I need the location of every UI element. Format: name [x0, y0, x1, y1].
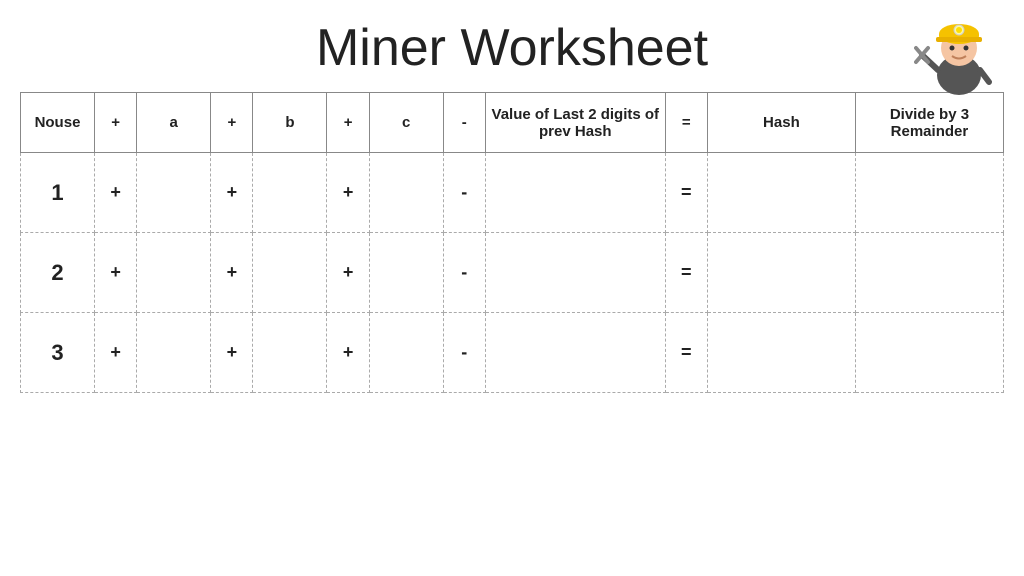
row1-divide[interactable]	[855, 153, 1003, 233]
row1-minus: -	[443, 153, 485, 233]
row2-minus: -	[443, 233, 485, 313]
row3-b[interactable]	[253, 313, 327, 393]
table-container: Nouse + a + b + c - Value of Last 2 digi…	[0, 92, 1024, 393]
header-plus2: +	[211, 93, 253, 153]
row3-plus1: +	[94, 313, 136, 393]
row3-a-input[interactable]	[141, 344, 206, 362]
row2-divide-input[interactable]	[860, 264, 999, 282]
title-area: Miner Worksheet	[0, 0, 1024, 88]
row3-value-input[interactable]	[490, 344, 661, 362]
header-divide: Divide by 3 Remainder	[855, 93, 1003, 153]
row1-value-input[interactable]	[490, 184, 661, 202]
row2-divide[interactable]	[855, 233, 1003, 313]
row3-divide-input[interactable]	[860, 344, 999, 362]
row1-value[interactable]	[485, 153, 665, 233]
row2-a-input[interactable]	[141, 264, 206, 282]
row1-b-input[interactable]	[257, 184, 322, 202]
row2-c-input[interactable]	[374, 264, 439, 282]
header-plus3: +	[327, 93, 369, 153]
row1-c-input[interactable]	[374, 184, 439, 202]
row2-b[interactable]	[253, 233, 327, 313]
header-a: a	[137, 93, 211, 153]
row1-plus3: +	[327, 153, 369, 233]
row2-value-input[interactable]	[490, 264, 661, 282]
row2-plus1: +	[94, 233, 136, 313]
row2-plus2: +	[211, 233, 253, 313]
header-eq: =	[665, 93, 707, 153]
row1-plus2: +	[211, 153, 253, 233]
row1-c[interactable]	[369, 153, 443, 233]
header-b: b	[253, 93, 327, 153]
miner-icon	[914, 10, 1004, 100]
row3-minus: -	[443, 313, 485, 393]
row1-hash-input[interactable]	[712, 184, 851, 202]
row1-divide-input[interactable]	[860, 184, 999, 202]
row2-hash-input[interactable]	[712, 264, 851, 282]
row2-a[interactable]	[137, 233, 211, 313]
header-plus1: +	[94, 93, 136, 153]
page: Miner Worksheet	[0, 0, 1024, 576]
row3-plus2: +	[211, 313, 253, 393]
table-row: 3 + + + - =	[21, 313, 1004, 393]
table-row: 2 + + + - =	[21, 233, 1004, 313]
row3-num: 3	[21, 313, 95, 393]
row1-a[interactable]	[137, 153, 211, 233]
row2-c[interactable]	[369, 233, 443, 313]
row3-a[interactable]	[137, 313, 211, 393]
row2-num: 2	[21, 233, 95, 313]
header-minus: -	[443, 93, 485, 153]
row1-b[interactable]	[253, 153, 327, 233]
row1-plus1: +	[94, 153, 136, 233]
row3-hash[interactable]	[707, 313, 855, 393]
row2-b-input[interactable]	[257, 264, 322, 282]
worksheet-table: Nouse + a + b + c - Value of Last 2 digi…	[20, 92, 1004, 393]
header-hash: Hash	[707, 93, 855, 153]
row2-value[interactable]	[485, 233, 665, 313]
row1-hash[interactable]	[707, 153, 855, 233]
row2-hash[interactable]	[707, 233, 855, 313]
header-row: Nouse + a + b + c - Value of Last 2 digi…	[21, 93, 1004, 153]
row3-hash-input[interactable]	[712, 344, 851, 362]
row3-c-input[interactable]	[374, 344, 439, 362]
row3-eq: =	[665, 313, 707, 393]
row1-a-input[interactable]	[141, 184, 206, 202]
header-value: Value of Last 2 digits of prev Hash	[485, 93, 665, 153]
page-title: Miner Worksheet	[316, 18, 708, 78]
row3-value[interactable]	[485, 313, 665, 393]
row3-b-input[interactable]	[257, 344, 322, 362]
row1-num: 1	[21, 153, 95, 233]
header-nouse: Nouse	[21, 93, 95, 153]
row3-c[interactable]	[369, 313, 443, 393]
header-c: c	[369, 93, 443, 153]
row1-eq: =	[665, 153, 707, 233]
row3-divide[interactable]	[855, 313, 1003, 393]
row2-eq: =	[665, 233, 707, 313]
table-row: 1 + + + - =	[21, 153, 1004, 233]
row3-plus3: +	[327, 313, 369, 393]
row2-plus3: +	[327, 233, 369, 313]
